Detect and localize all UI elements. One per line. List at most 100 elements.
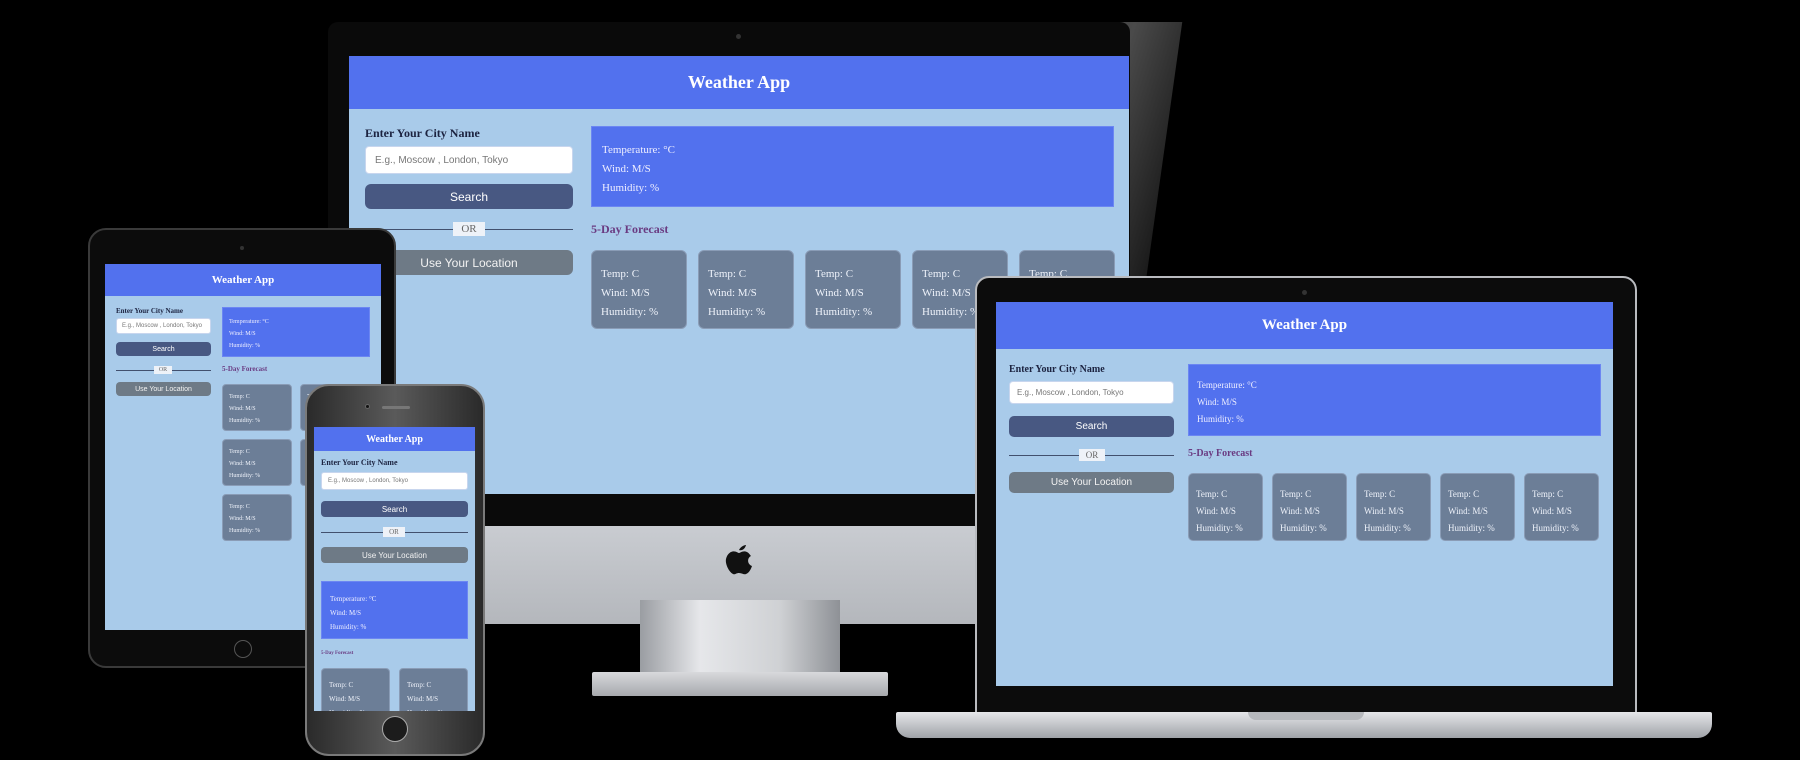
app-title: Weather App (687, 72, 791, 92)
forecast-humidity: Humidity: % (1532, 523, 1579, 533)
current-wind: Wind: M/S (330, 609, 362, 617)
forecast-temp: Temp: C (815, 268, 854, 280)
app-title: Weather App (211, 274, 275, 286)
forecast-temp: Temp: C (1448, 489, 1480, 499)
tablet-camera (240, 246, 244, 250)
city-label: Enter Your City Name (116, 307, 183, 315)
forecast-humidity: Humidity: % (1448, 523, 1495, 533)
forecast-card: Temp: C Wind: M/S Humidity: % (1356, 473, 1431, 541)
phone-home-button[interactable] (382, 716, 408, 742)
forecast-temp: Temp: C (1532, 489, 1564, 499)
current-wind: Wind: M/S (1197, 397, 1237, 407)
current-wind: Wind: M/S (602, 163, 651, 175)
or-divider: OR (1079, 449, 1105, 461)
use-location-button[interactable]: Use Your Location (1009, 472, 1174, 493)
current-weather-card: Temperature: °C Wind: M/S Humidity: % (321, 581, 468, 639)
city-search-input[interactable]: E.g., Moscow , London, Tokyo (321, 472, 468, 490)
forecast-heading: 5-Day Forecast (1188, 448, 1253, 459)
forecast-temp: Temp: C (1196, 489, 1228, 499)
current-temperature: Temperature: °C (1197, 380, 1257, 390)
phone-speaker (382, 406, 410, 409)
forecast-card: Temp: C Wind: M/S Humidity: % (321, 668, 390, 711)
forecast-temp: Temp: C (407, 681, 432, 689)
forecast-wind: Wind: M/S (708, 287, 757, 299)
use-location-button[interactable]: Use Your Location (365, 250, 573, 275)
app-title: Weather App (366, 433, 423, 445)
monitor-stand-neck (640, 600, 840, 672)
phone-camera (365, 404, 370, 409)
forecast-humidity: Humidity: % (329, 709, 365, 711)
forecast-wind: Wind: M/S (329, 695, 361, 703)
forecast-temp: Temp: C (1280, 489, 1312, 499)
city-search-input[interactable]: E.g., Moscow , London, Tokyo (365, 146, 573, 174)
app-header: Weather App (996, 302, 1613, 349)
search-button[interactable]: Search (365, 184, 573, 209)
app-title: Weather App (1261, 317, 1348, 333)
app-header: Weather App (349, 56, 1129, 109)
forecast-humidity: Humidity: % (229, 418, 261, 424)
current-temperature: Temperature: °C (330, 595, 377, 603)
search-button[interactable]: Search (321, 501, 468, 517)
search-button[interactable]: Search (116, 342, 211, 356)
current-weather-card: Temperature: °C Wind: M/S Humidity: % (222, 307, 370, 357)
forecast-humidity: Humidity: % (601, 306, 659, 318)
forecast-temp: Temp: C (229, 504, 250, 510)
forecast-temp: Temp: C (229, 394, 250, 400)
forecast-card: Temp: C Wind: M/S Humidity: % (1524, 473, 1599, 541)
forecast-humidity: Humidity: % (229, 473, 261, 479)
forecast-heading: 5-Day Forecast (591, 222, 669, 236)
app-header: Weather App (314, 427, 475, 451)
forecast-humidity: Humidity: % (1364, 523, 1411, 533)
forecast-temp: Temp: C (601, 268, 640, 280)
use-location-button[interactable]: Use Your Location (116, 382, 211, 396)
forecast-humidity: Humidity: % (1280, 523, 1327, 533)
city-label: Enter Your City Name (321, 458, 398, 467)
forecast-wind: Wind: M/S (1196, 506, 1236, 516)
forecast-card: Temp: C Wind: M/S Humidity: % (805, 250, 901, 329)
forecast-card: Temp: C Wind: M/S Humidity: % (222, 384, 292, 431)
forecast-card: Temp: C Wind: M/S Humidity: % (698, 250, 794, 329)
current-humidity: Humidity: % (229, 343, 261, 349)
forecast-wind: Wind: M/S (229, 406, 256, 412)
current-temperature: Temperature: °C (602, 144, 675, 156)
forecast-card: Temp: C Wind: M/S Humidity: % (591, 250, 687, 329)
current-temperature: Temperature: °C (229, 319, 269, 325)
use-location-button[interactable]: Use Your Location (321, 547, 468, 563)
forecast-wind: Wind: M/S (229, 461, 256, 467)
forecast-humidity: Humidity: % (815, 306, 873, 318)
forecast-card: Temp: C Wind: M/S Humidity: % (1272, 473, 1347, 541)
forecast-humidity: Humidity: % (922, 306, 980, 318)
forecast-wind: Wind: M/S (1532, 506, 1572, 516)
forecast-card: Temp: C Wind: M/S Humidity: % (222, 439, 292, 486)
city-search-input[interactable]: E.g., Moscow , London, Tokyo (116, 318, 211, 334)
forecast-temp: Temp: C (1364, 489, 1396, 499)
current-wind: Wind: M/S (229, 331, 256, 337)
forecast-wind: Wind: M/S (1448, 506, 1488, 516)
forecast-temp: Temp: C (922, 268, 961, 280)
forecast-humidity: Humidity: % (229, 528, 261, 534)
forecast-temp: Temp: C (329, 681, 354, 689)
forecast-card: Temp: C Wind: M/S Humidity: % (1188, 473, 1263, 541)
tablet-home-button[interactable] (234, 640, 252, 658)
or-divider: OR (453, 222, 485, 236)
apple-logo-icon (722, 540, 756, 580)
search-button[interactable]: Search (1009, 416, 1174, 437)
laptop-camera (1302, 290, 1307, 295)
forecast-wind: Wind: M/S (1364, 506, 1404, 516)
forecast-wind: Wind: M/S (407, 695, 439, 703)
city-search-input[interactable]: E.g., Moscow , London, Tokyo (1009, 381, 1174, 404)
forecast-temp: Temp: C (229, 449, 250, 455)
current-humidity: Humidity: % (1197, 414, 1244, 424)
forecast-heading: 5-Day Forecast (222, 365, 268, 373)
forecast-wind: Wind: M/S (815, 287, 864, 299)
current-weather-card: Temperature: °C Wind: M/S Humidity: % (591, 126, 1114, 207)
monitor-camera (736, 34, 741, 39)
forecast-humidity: Humidity: % (1196, 523, 1243, 533)
forecast-humidity: Humidity: % (407, 709, 443, 711)
or-divider: OR (383, 527, 405, 537)
laptop-trackpad-notch (1248, 712, 1364, 720)
forecast-wind: Wind: M/S (601, 287, 650, 299)
forecast-wind: Wind: M/S (922, 287, 971, 299)
forecast-humidity: Humidity: % (708, 306, 766, 318)
city-label: Enter Your City Name (365, 126, 480, 140)
